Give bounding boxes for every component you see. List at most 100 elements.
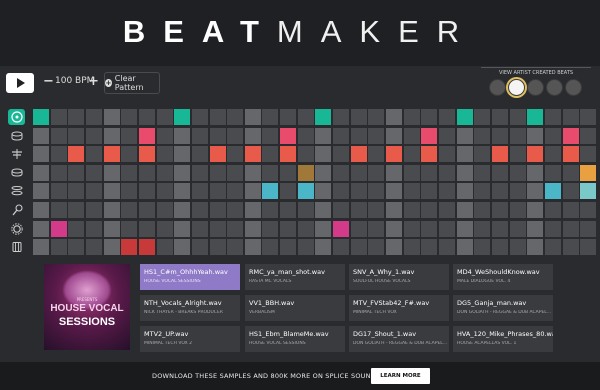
sequencer-step[interactable] [527, 183, 544, 200]
sequencer-step[interactable] [350, 127, 367, 144]
sequencer-step[interactable] [562, 220, 579, 237]
sequencer-step[interactable] [280, 109, 297, 125]
sequencer-step[interactable] [456, 183, 473, 200]
sequencer-step[interactable] [350, 220, 367, 237]
sequencer-step[interactable] [33, 109, 49, 125]
sequencer-step[interactable] [280, 164, 297, 181]
sequencer-step[interactable] [403, 127, 420, 144]
sequencer-step[interactable] [174, 146, 191, 163]
sample-tile[interactable]: MTV_FVStab42_F#.wav MINIMAL TECH VOX [349, 295, 449, 321]
sequencer-step[interactable] [544, 146, 561, 163]
sequencer-step[interactable] [527, 220, 544, 237]
sequencer-step[interactable] [85, 183, 102, 200]
sequencer-step[interactable] [350, 202, 367, 218]
instrument-button[interactable] [8, 146, 25, 162]
sequencer-step[interactable] [280, 146, 297, 163]
sequencer-step[interactable] [280, 220, 297, 237]
sequencer-step[interactable] [544, 220, 561, 237]
sequencer-step[interactable] [156, 220, 173, 237]
sequencer-step[interactable] [68, 202, 85, 218]
sequencer-step[interactable] [403, 183, 420, 200]
sequencer-step[interactable] [121, 127, 138, 144]
sequencer-step[interactable] [191, 127, 208, 144]
sequencer-step[interactable] [350, 146, 367, 163]
sequencer-step[interactable] [368, 109, 385, 125]
sequencer-step[interactable] [403, 202, 420, 218]
bpm-increase-button[interactable]: + [88, 74, 99, 89]
sequencer-step[interactable] [262, 127, 279, 144]
sequencer-step[interactable] [121, 146, 138, 163]
sequencer-step[interactable] [509, 202, 526, 218]
sequencer-step[interactable] [403, 220, 420, 237]
sequencer-step[interactable] [191, 109, 208, 125]
sequencer-step[interactable] [527, 109, 544, 125]
sequencer-step[interactable] [509, 220, 526, 237]
sequencer-step[interactable] [509, 127, 526, 144]
sequencer-step[interactable] [386, 220, 402, 237]
sequencer-step[interactable] [315, 202, 332, 218]
sequencer-step[interactable] [262, 220, 279, 237]
sequencer-step[interactable] [50, 183, 67, 200]
instrument-button[interactable] [8, 202, 25, 218]
sequencer-step[interactable] [333, 146, 350, 163]
sequencer-step[interactable] [386, 183, 402, 200]
sequencer-step[interactable] [562, 202, 579, 218]
sequencer-step[interactable] [244, 109, 261, 125]
sequencer-step[interactable] [544, 183, 561, 200]
sequencer-step[interactable] [580, 183, 597, 200]
sequencer-step[interactable] [103, 202, 120, 218]
sequencer-step[interactable] [103, 220, 120, 237]
instrument-button[interactable] [8, 128, 25, 144]
sequencer-step[interactable] [386, 164, 402, 181]
sequencer-step[interactable] [527, 164, 544, 181]
sequencer-step[interactable] [50, 109, 67, 125]
sequencer-step[interactable] [544, 164, 561, 181]
sequencer-step[interactable] [227, 127, 244, 144]
sequencer-step[interactable] [297, 127, 314, 144]
sequencer-step[interactable] [244, 220, 261, 237]
sample-tile[interactable]: NTH_Vocals_Alright.wav NICK THAYER - BREA… [140, 295, 240, 321]
sequencer-step[interactable] [491, 220, 508, 237]
sample-tile[interactable]: HVA_120_Mike_Phrases_80.wav HOUSE ACAPELL… [453, 326, 553, 352]
instrument-button[interactable] [8, 165, 25, 181]
sequencer-step[interactable] [50, 127, 67, 144]
sequencer-step[interactable] [474, 220, 491, 237]
sequencer-step[interactable] [33, 127, 49, 144]
sequencer-step[interactable] [315, 109, 332, 125]
sequencer-step[interactable] [33, 220, 49, 237]
sequencer-step[interactable] [333, 202, 350, 218]
sequencer-step[interactable] [474, 146, 491, 163]
sequencer-step[interactable] [50, 220, 67, 237]
sequencer-step[interactable] [174, 109, 191, 125]
sequencer-step[interactable] [227, 109, 244, 125]
sequencer-step[interactable] [103, 109, 120, 125]
sequencer-step[interactable] [315, 146, 332, 163]
sequencer-step[interactable] [333, 164, 350, 181]
clear-pattern-button[interactable]: + Clear Pattern [104, 72, 160, 94]
sequencer-step[interactable] [68, 146, 85, 163]
sequencer-step[interactable] [456, 146, 473, 163]
sequencer-step[interactable] [50, 164, 67, 181]
sequencer-step[interactable] [580, 220, 597, 237]
sequencer-step[interactable] [209, 183, 226, 200]
sequencer-step[interactable] [474, 109, 491, 125]
sequencer-step[interactable] [315, 220, 332, 237]
sequencer-step[interactable] [350, 183, 367, 200]
sequencer-step[interactable] [138, 146, 155, 163]
sequencer-step[interactable] [438, 127, 455, 144]
sample-tile[interactable]: HS1_Ebm_BlameMe.wav HOUSE VOCAL SESSIONS [245, 326, 345, 352]
sequencer-step[interactable] [280, 202, 297, 218]
sequencer-step[interactable] [491, 109, 508, 125]
artist-avatar[interactable] [489, 79, 506, 96]
sequencer-step[interactable] [474, 164, 491, 181]
sequencer-step[interactable] [403, 109, 420, 125]
sequencer-step[interactable] [174, 164, 191, 181]
sequencer-step[interactable] [85, 164, 102, 181]
sequencer-step[interactable] [138, 164, 155, 181]
sequencer-step[interactable] [456, 127, 473, 144]
sequencer-step[interactable] [209, 220, 226, 237]
sequencer-step[interactable] [209, 109, 226, 125]
sequencer-step[interactable] [68, 127, 85, 144]
sequencer-step[interactable] [85, 109, 102, 125]
sequencer-step[interactable] [438, 220, 455, 237]
